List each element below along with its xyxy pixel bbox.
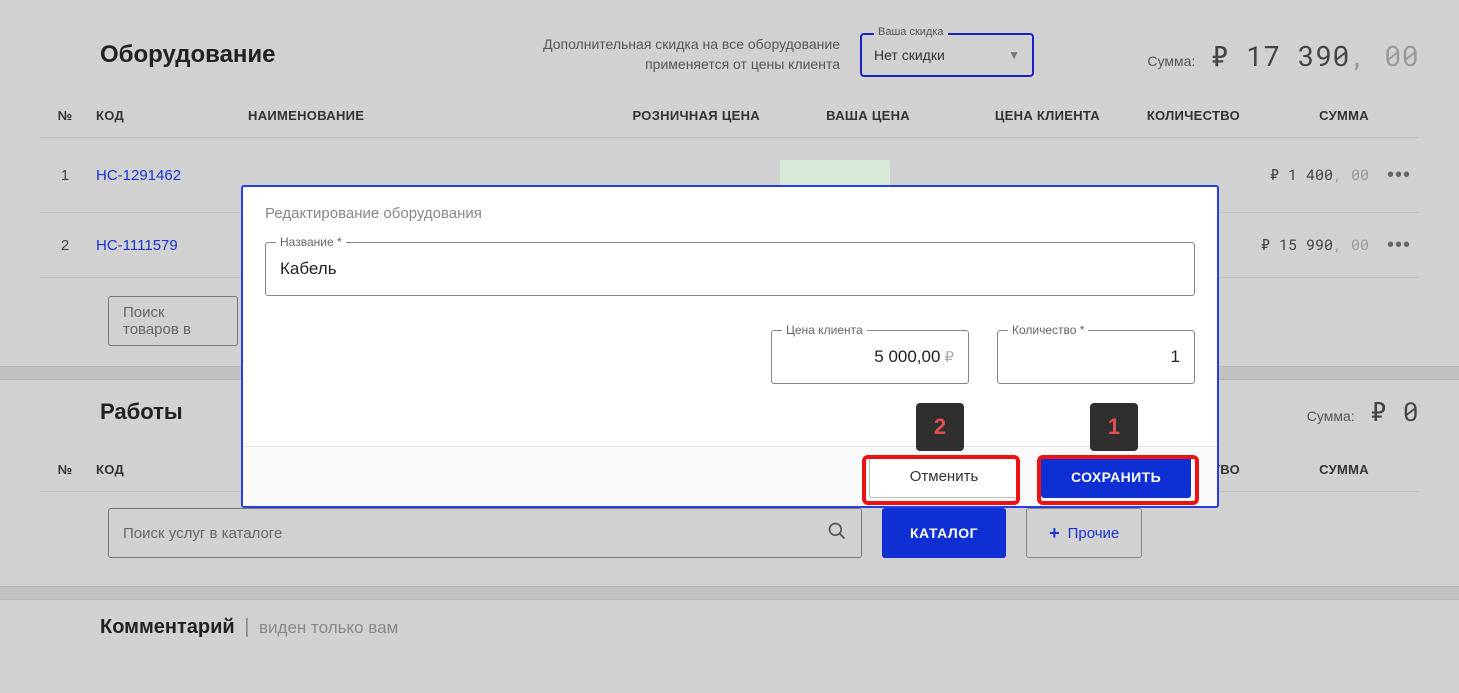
equipment-total-amount: ₽ 17 390, 00 [1211,37,1419,74]
price-badge [780,160,890,186]
client-price-field[interactable]: Цена клиента ₽ [771,330,969,384]
works-title: Работы [100,399,183,425]
col-code: КОД [90,108,240,123]
works-search-input[interactable]: Поиск услуг в каталоге [108,508,862,558]
name-field-label: Название * [276,235,346,249]
discount-select[interactable]: Ваша скидка Нет скидки ▼ [860,33,1034,77]
other-button[interactable]: + Прочие [1026,508,1142,558]
quantity-field[interactable]: Количество * [997,330,1195,384]
edit-equipment-modal: Редактирование оборудования Название * Ц… [241,185,1219,508]
equipment-table-header: № КОД НАИМЕНОВАНИЕ РОЗНИЧНАЯ ЦЕНА ВАША Ц… [40,90,1419,137]
client-price-label: Цена клиента [782,323,867,337]
annotation-badge-1: 1 [1090,403,1138,451]
save-button[interactable]: СОХРАНИТЬ [1041,456,1191,498]
modal-footer: Отменить СОХРАНИТЬ [243,446,1217,506]
col-sum: СУММА [1240,108,1379,123]
discount-explanation: Дополнительная скидка на все оборудовани… [540,35,840,74]
comment-subtitle: виден только вам [259,618,398,637]
equipment-section-header: Оборудование Дополнительная скидка на вс… [40,20,1419,90]
col-name: НАИМЕНОВАНИЕ [240,108,580,123]
name-field[interactable]: Название * [265,242,1195,296]
section-divider [0,586,1459,600]
col-retail: РОЗНИЧНАЯ ЦЕНА [580,108,760,123]
col-client: ЦЕНА КЛИЕНТА [910,108,1100,123]
client-price-input[interactable] [786,347,940,367]
col-idx: № [40,108,90,123]
works-total-amount: ₽ 0 [1371,395,1419,429]
quantity-input[interactable] [1012,347,1180,367]
name-input[interactable] [280,259,1180,279]
ruble-icon: ₽ [944,348,954,366]
annotation-badge-2: 2 [916,403,964,451]
discount-select-value: Нет скидки [874,47,945,63]
row-actions-icon[interactable]: ••• [1379,234,1419,256]
comment-title: Комментарий [100,616,235,638]
equipment-total: Сумма: ₽ 17 390, 00 [1147,37,1419,74]
row-actions-icon[interactable]: ••• [1379,164,1419,186]
catalog-button[interactable]: КАТАЛОГ [882,508,1006,558]
works-total-label: Сумма: [1307,408,1355,424]
search-icon [827,521,847,545]
equipment-code-link[interactable]: НС-1111579 [96,237,178,254]
discount-select-label: Ваша скидка [874,26,948,38]
col-qty: КОЛИЧЕСТВО [1100,108,1240,123]
equipment-code-link[interactable]: НС-1291462 [96,167,181,184]
plus-icon: + [1049,523,1060,544]
equipment-total-label: Сумма: [1147,53,1195,69]
cancel-button[interactable]: Отменить [869,456,1019,498]
chevron-down-icon: ▼ [1008,48,1020,62]
col-your: ВАША ЦЕНА [760,108,910,123]
modal-title: Редактирование оборудования [265,205,1195,222]
quantity-label: Количество * [1008,323,1088,337]
equipment-title: Оборудование [100,41,540,69]
comment-section-header: Комментарий | виден только вам [40,600,1419,639]
equipment-search-input[interactable]: Поиск товаров в [108,296,238,346]
